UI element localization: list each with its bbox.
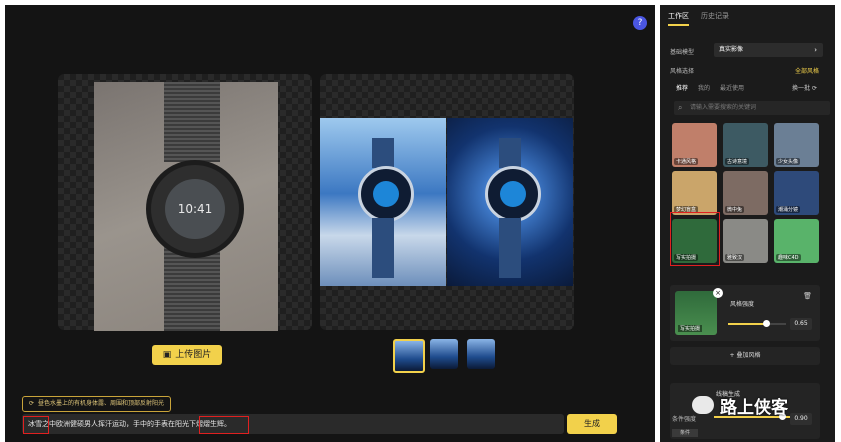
base-model-label: 基础模型 bbox=[670, 49, 695, 56]
generated-watch bbox=[485, 166, 541, 222]
watermark-text: 路上侠客 bbox=[720, 397, 788, 418]
swap-label: 换一批 bbox=[792, 85, 811, 92]
style-card[interactable]: 梦幻盲盒 bbox=[672, 171, 717, 215]
style-card-label: 潮涌分镜 bbox=[776, 206, 801, 213]
style-card[interactable]: 少女头像 bbox=[774, 123, 819, 167]
condition-tag: 条件 bbox=[672, 429, 698, 437]
workspace-canvas: ? 10:41 ▣ 上传图片 ⟳ 昼色水墨上的有机身体露、周围和顶部反射阳光 冰… bbox=[5, 5, 655, 442]
generated-image-1[interactable] bbox=[320, 118, 446, 286]
watch-strap-top bbox=[164, 82, 220, 162]
watch-dial bbox=[500, 181, 526, 207]
highlight-box-keyword-1 bbox=[23, 416, 49, 434]
prompt-input[interactable]: 冰雪之中欧洲健硕男人挥汗运动，手中的手表在阳光下熠熠生辉。 bbox=[22, 414, 564, 434]
image-upload-icon: ▣ bbox=[162, 350, 172, 360]
subtab-mine[interactable]: 我的 bbox=[698, 83, 710, 92]
sidebar-tabs: 工作区 历史记录 bbox=[668, 11, 729, 26]
watch-case: 10:41 bbox=[146, 160, 244, 258]
swap-batch-button[interactable]: 换一批 ⟳ bbox=[792, 83, 817, 92]
strength-slider-fill bbox=[728, 323, 766, 325]
watch-dial bbox=[373, 181, 399, 207]
watermark: 路上侠客 bbox=[692, 393, 822, 418]
style-card[interactable]: 趣味C4D bbox=[774, 219, 819, 263]
result-thumbnail-3[interactable] bbox=[467, 339, 495, 369]
style-card[interactable]: 古诗意境 bbox=[723, 123, 768, 167]
strength-value[interactable]: 0.65 bbox=[790, 318, 812, 330]
tip-text: 昼色水墨上的有机身体露、周围和顶部反射阳光 bbox=[38, 400, 165, 407]
style-card-label: 少女头像 bbox=[776, 158, 801, 165]
generate-button[interactable]: 生成 bbox=[567, 414, 617, 434]
refresh-icon: ⟳ bbox=[29, 400, 35, 407]
strap-bottom bbox=[499, 218, 521, 278]
strap-top bbox=[499, 138, 521, 168]
base-model-value: 真实影像 bbox=[719, 46, 744, 53]
style-strength-panel: 写实拍摄 × 风格强度 🗑 0.65 bbox=[670, 285, 820, 341]
strength-slider[interactable] bbox=[728, 320, 786, 327]
selected-style-label: 写实拍摄 bbox=[678, 325, 703, 332]
chevron-right-icon: › bbox=[814, 46, 817, 54]
trash-icon[interactable]: 🗑 bbox=[803, 292, 812, 300]
uploaded-watch-photo: 10:41 bbox=[94, 82, 278, 331]
style-search-input[interactable]: 请输入需要搜索的关键词 bbox=[674, 101, 830, 115]
generated-image-2[interactable] bbox=[447, 118, 573, 286]
style-subtabs: 推荐 我的 最近使用 bbox=[676, 83, 744, 92]
upload-image-button[interactable]: ▣ 上传图片 bbox=[152, 345, 222, 365]
style-section-label: 风格选择 bbox=[670, 68, 695, 75]
highlight-box-keyword-2 bbox=[199, 416, 249, 434]
all-styles-link[interactable]: 全部风格 bbox=[795, 66, 819, 75]
highlight-box-style bbox=[670, 212, 720, 266]
upload-label: 上传图片 bbox=[175, 350, 212, 360]
selected-style-thumbnail: 写实拍摄 bbox=[675, 291, 717, 335]
style-card[interactable]: 潮涌分镜 bbox=[774, 171, 819, 215]
wechat-icon bbox=[692, 396, 714, 414]
result-thumbnail-1[interactable] bbox=[393, 339, 425, 373]
subtab-recommended[interactable]: 推荐 bbox=[676, 83, 688, 92]
close-icon[interactable]: × bbox=[713, 288, 723, 298]
strength-slider-handle[interactable] bbox=[762, 320, 770, 327]
style-card-label: 卡通风格 bbox=[674, 158, 699, 165]
base-model-select[interactable]: 真实影像 › bbox=[714, 43, 823, 57]
style-card-label: 雅致汉 bbox=[725, 254, 745, 261]
style-card-label: 趣味C4D bbox=[776, 254, 801, 261]
style-card[interactable]: 卡通风格 bbox=[672, 123, 717, 167]
strap-top bbox=[372, 138, 394, 168]
add-style-label: 叠加风格 bbox=[736, 352, 761, 359]
strength-label: 风格强度 bbox=[730, 301, 755, 308]
search-icon: ⌕ bbox=[678, 103, 683, 112]
tab-history[interactable]: 历史记录 bbox=[701, 11, 729, 26]
style-card-label: 古诗意境 bbox=[725, 158, 750, 165]
help-icon[interactable]: ? bbox=[633, 16, 647, 30]
prompt-tip[interactable]: ⟳ 昼色水墨上的有机身体露、周围和顶部反射阳光 bbox=[22, 396, 172, 412]
tab-workspace[interactable]: 工作区 bbox=[668, 11, 689, 26]
subtab-recent[interactable]: 最近使用 bbox=[720, 83, 744, 92]
add-style-button[interactable]: + 叠加风格 bbox=[670, 347, 820, 365]
style-card[interactable]: 微中兔 bbox=[723, 171, 768, 215]
style-card-label: 微中兔 bbox=[725, 206, 745, 213]
generated-watch bbox=[358, 166, 414, 222]
watch-time: 10:41 bbox=[165, 179, 225, 239]
source-image-panel: 10:41 bbox=[58, 74, 312, 331]
strap-bottom bbox=[372, 218, 394, 278]
result-thumbnail-2[interactable] bbox=[430, 339, 458, 369]
generated-result-panel bbox=[320, 74, 574, 330]
style-card[interactable]: 雅致汉 bbox=[723, 219, 768, 263]
refresh-icon: ⟳ bbox=[811, 85, 817, 92]
